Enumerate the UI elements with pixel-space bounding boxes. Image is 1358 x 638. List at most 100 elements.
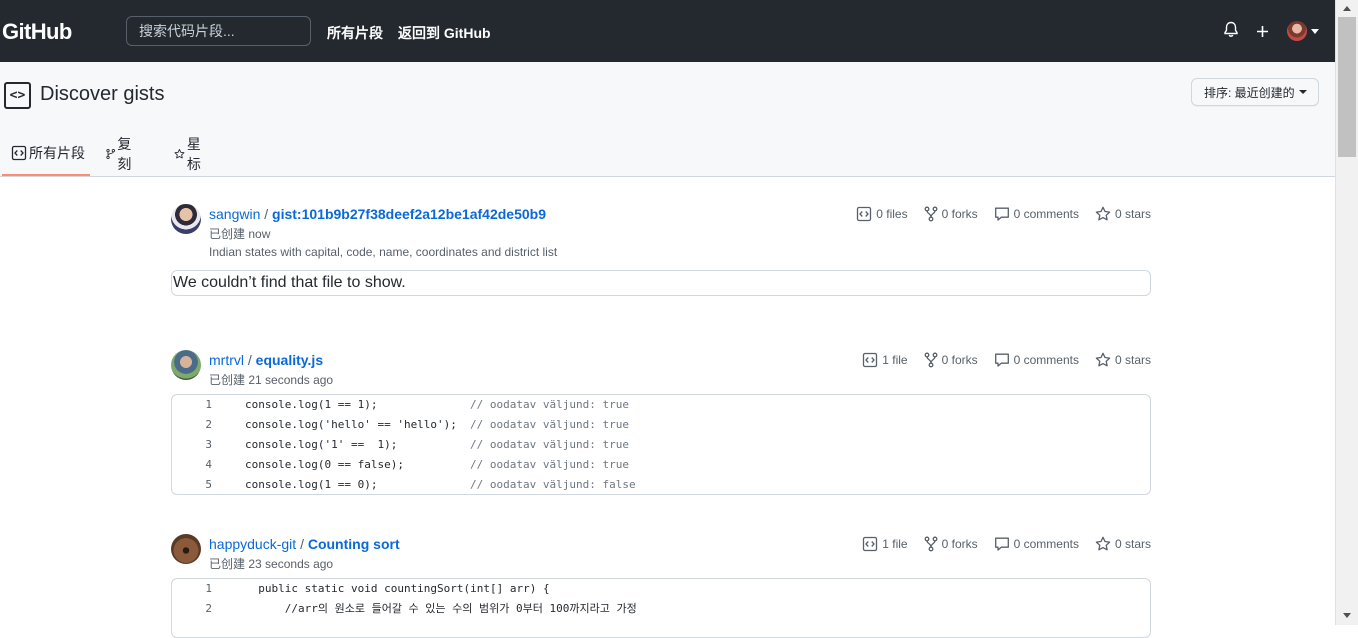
search-input[interactable]: 搜索代码片段... — [126, 16, 311, 46]
gist-created: 已创建 now — [209, 225, 270, 242]
code-text: console.log(0 == false); — [245, 458, 404, 471]
code-preview[interactable]: 1 public static void countingSort(int[] … — [171, 578, 1151, 638]
fork-icon — [106, 149, 115, 159]
line-code: console.log('1' == 1); — [245, 435, 397, 455]
comments-count: 0 comments — [1013, 353, 1079, 367]
files-link[interactable]: 1 file — [862, 352, 908, 368]
scroll-up-icon[interactable] — [1343, 6, 1351, 11]
files-count: 1 file — [882, 353, 908, 367]
code-line: 2 console.log('hello' == 'hello'); // ooda… — [172, 415, 1150, 435]
created-prefix: 已创建 — [209, 557, 246, 571]
star-icon — [174, 148, 185, 159]
star-icon — [1095, 352, 1111, 367]
gist-stats: 1 file 0 forks 0 comments 0 stars — [846, 350, 1151, 370]
tab-forks[interactable]: 复刻 — [106, 132, 136, 176]
title-separator: / — [300, 536, 308, 552]
logo-github-text: GitHub — [2, 19, 72, 44]
created-time: 23 seconds ago — [248, 557, 334, 571]
chevron-down-icon[interactable] — [1311, 29, 1319, 34]
line-comment: // oodatav väljund: true — [470, 398, 629, 411]
created-prefix: 已创建 — [209, 373, 246, 387]
gist-name-link[interactable]: equality.js — [256, 352, 323, 368]
gist-title: happyduck-git / Counting sort — [209, 536, 400, 552]
forks-count: 0 forks — [941, 207, 978, 221]
top-header: GitHub Gist 搜索代码片段... 所有片段 返回到 GitHub — [0, 0, 1335, 62]
stars-link[interactable]: 0 stars — [1095, 352, 1151, 368]
fork-icon — [924, 352, 938, 368]
forks-count: 0 forks — [941, 353, 978, 367]
forks-link[interactable]: 0 forks — [924, 206, 978, 222]
code-line: 1 console.log(1 == 1); // oodatav väljund:… — [172, 395, 1150, 415]
code-text: console.log(1 == 1); — [245, 398, 378, 411]
gist-owner-link[interactable]: mrtrvl — [209, 352, 244, 368]
fork-icon — [924, 536, 938, 552]
avatar[interactable] — [171, 534, 201, 564]
sort-label: 排序: 最近创建的 — [1204, 85, 1295, 100]
gist-stats: 1 file 0 forks 0 comments 0 stars — [846, 534, 1151, 554]
files-link[interactable]: 0 files — [856, 206, 908, 222]
line-comment: // oodatav väljund: true — [470, 458, 629, 471]
code-square-icon: <> — [4, 82, 31, 109]
gist-item: happyduck-git / Counting sort 已创建 23 sec… — [171, 534, 1151, 638]
files-count: 0 files — [876, 207, 908, 221]
code-text: console.log('hello' == 'hello'); — [245, 418, 457, 431]
bell-icon[interactable] — [1223, 21, 1239, 43]
comments-link[interactable]: 0 comments — [994, 352, 1079, 368]
search-placeholder: 搜索代码片段... — [139, 23, 235, 39]
forks-link[interactable]: 0 forks — [924, 352, 978, 368]
page-head: <> Discover gists 排序: 最近创建的 所有片段 复刻 星标 — [0, 62, 1335, 177]
empty-file-message: We couldn’t find that file to show. — [171, 270, 1151, 296]
line-code: console.log('hello' == 'hello'); — [245, 415, 457, 435]
line-code: console.log(0 == false); — [245, 455, 404, 475]
plus-icon[interactable] — [1256, 25, 1269, 43]
gist-title: mrtrvl / equality.js — [209, 352, 323, 368]
gist-owner-link[interactable]: sangwin — [209, 206, 260, 222]
avatar[interactable] — [171, 350, 201, 380]
page-title: Discover gists — [40, 83, 165, 105]
github-gist-logo[interactable]: GitHub Gist — [2, 18, 214, 46]
comments-count: 0 comments — [1013, 207, 1079, 221]
comment-icon — [994, 353, 1009, 367]
comments-link[interactable]: 0 comments — [994, 206, 1079, 222]
sort-dropdown-button[interactable]: 排序: 最近创建的 — [1191, 78, 1319, 106]
gist-owner-link[interactable]: happyduck-git — [209, 536, 296, 552]
tab-all-gists[interactable]: 所有片段 — [2, 132, 90, 176]
stars-link[interactable]: 0 stars — [1095, 206, 1151, 222]
comments-link[interactable]: 0 comments — [994, 536, 1079, 552]
code-square-icon — [857, 206, 872, 222]
code-text: console.log(1 == 0); — [245, 478, 378, 491]
stars-link[interactable]: 0 stars — [1095, 536, 1151, 552]
tab-starred[interactable]: 星标 — [174, 132, 206, 176]
line-number: 1 — [205, 398, 212, 411]
stars-count: 0 stars — [1114, 353, 1151, 367]
files-link[interactable]: 1 file — [862, 536, 908, 552]
gist-item: mrtrvl / equality.js 已创建 21 seconds ago … — [171, 350, 1151, 496]
title-separator: / — [264, 206, 273, 222]
scroll-thumb[interactable] — [1338, 17, 1356, 157]
line-number: 2 — [205, 418, 212, 431]
stars-count: 0 stars — [1114, 207, 1151, 221]
gist-name-link[interactable]: Counting sort — [308, 536, 400, 552]
forks-link[interactable]: 0 forks — [924, 536, 978, 552]
user-avatar[interactable] — [1287, 21, 1307, 41]
code-preview[interactable]: 1 console.log(1 == 1); // oodatav väljund:… — [171, 394, 1151, 495]
line-number: 4 — [205, 458, 212, 471]
line-comment: // oodatav väljund: true — [470, 438, 629, 451]
gist-description: Indian states with capital, code, name, … — [209, 245, 558, 259]
line-code: console.log(1 == 1); — [245, 395, 377, 415]
gist-name-link[interactable]: gist:101b9b27f38deef2a12be1af42de50b9 — [272, 206, 546, 222]
nav-back-to-github-link[interactable]: 返回到 GitHub — [398, 23, 491, 43]
star-icon — [1095, 536, 1111, 551]
code-line: 2 //arr의 원소로 들어갈 수 있는 수의 범위가 0부터 100까지라고… — [172, 599, 1150, 619]
nav-all-gists-link[interactable]: 所有片段 — [327, 23, 383, 43]
comment-icon — [994, 207, 1009, 221]
line-code: public static void countingSort(int[] ar… — [245, 582, 550, 595]
page-scrollbar[interactable] — [1335, 0, 1358, 625]
comments-count: 0 comments — [1013, 537, 1079, 551]
avatar[interactable] — [171, 204, 201, 234]
code-square-icon — [11, 145, 27, 161]
line-code: //arr의 원소로 들어갈 수 있는 수의 범위가 0부터 100까지라고 가… — [245, 602, 637, 615]
scroll-down-icon[interactable] — [1343, 613, 1351, 618]
fork-icon — [924, 206, 938, 222]
code-square-icon — [863, 352, 878, 368]
